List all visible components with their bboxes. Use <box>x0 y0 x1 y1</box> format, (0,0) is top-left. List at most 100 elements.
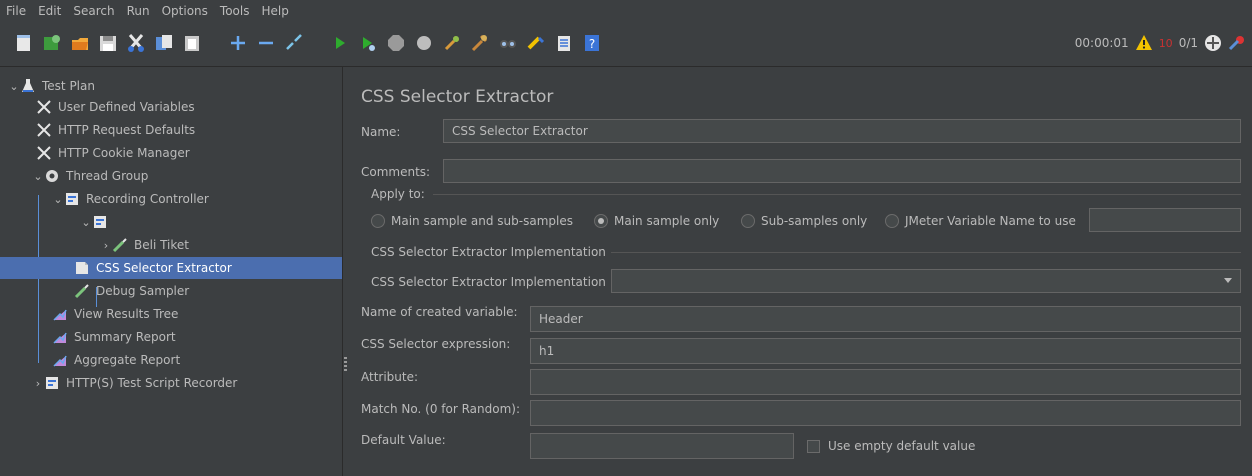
tree-node-label: HTTP Request Defaults <box>58 123 196 137</box>
tree-node-css-selector-extractor[interactable]: CSS Selector Extractor <box>0 257 342 279</box>
tree-node-http-cookie-manager[interactable]: HTTP Cookie Manager <box>36 142 190 164</box>
chevron-down-icon[interactable] <box>1224 278 1232 283</box>
pipette-icon <box>112 237 128 253</box>
tree-guide <box>38 195 39 363</box>
wrench-icon <box>36 122 52 138</box>
elapsed-timer: 00:00:01 <box>1074 36 1129 50</box>
radio-button[interactable] <box>885 214 899 228</box>
menu-options[interactable]: Options <box>156 4 214 18</box>
templates-icon[interactable] <box>42 33 62 53</box>
menu-file[interactable]: File <box>0 4 32 18</box>
radio-button[interactable] <box>741 214 755 228</box>
attribute-field[interactable] <box>530 369 1241 395</box>
wrench-icon <box>36 99 52 115</box>
clear-all-icon[interactable] <box>470 33 490 53</box>
toggle-icon[interactable] <box>284 33 304 53</box>
chevron-down-icon[interactable]: ⌄ <box>32 170 44 183</box>
expand-icon[interactable] <box>228 33 248 53</box>
tree-node-http-request-defaults[interactable]: HTTP Request Defaults <box>36 119 195 141</box>
chevron-down-icon[interactable]: ⌄ <box>52 193 64 206</box>
radio-main-and-sub[interactable]: Main sample and sub-samples <box>371 214 573 228</box>
chevron-right-icon[interactable]: › <box>32 377 44 390</box>
tree-node-https-test-script-recorder[interactable]: › HTTP(S) Test Script Recorder <box>32 372 238 394</box>
checkbox-label: Use empty default value <box>828 439 976 453</box>
chevron-right-icon[interactable]: › <box>100 239 112 252</box>
chart-icon <box>52 306 68 322</box>
menu-bar: File Edit Search Run Options Tools Help <box>0 0 1252 22</box>
chart-icon <box>52 329 68 345</box>
tree-node-test-plan[interactable]: ⌄ Test Plan <box>8 75 95 97</box>
search-icon[interactable] <box>498 33 518 53</box>
pipette-icon <box>74 283 90 299</box>
tree-node-thread-group[interactable]: ⌄ Thread Group <box>32 165 148 187</box>
tree-node-user-defined-variables[interactable]: User Defined Variables <box>36 96 195 118</box>
tree-node-view-results-tree[interactable]: View Results Tree <box>52 303 178 325</box>
cut-icon[interactable] <box>126 33 146 53</box>
radio-label: Main sample and sub-samples <box>391 214 573 228</box>
chevron-down-icon[interactable]: ⌄ <box>80 216 92 229</box>
menu-help[interactable]: Help <box>255 4 294 18</box>
tree-node-debug-sampler[interactable]: Debug Sampler <box>74 280 189 302</box>
controller-icon <box>64 191 80 207</box>
tree-node-label: Debug Sampler <box>96 284 190 298</box>
css-expression-field[interactable] <box>530 338 1241 364</box>
tree-node-aggregate-report[interactable]: Aggregate Report <box>52 349 180 371</box>
name-field[interactable] <box>443 119 1241 143</box>
comments-field[interactable] <box>443 159 1241 183</box>
copy-icon[interactable] <box>154 33 174 53</box>
log-viewer-icon[interactable] <box>1228 34 1246 52</box>
clear-icon[interactable] <box>442 33 462 53</box>
menu-edit[interactable]: Edit <box>32 4 67 18</box>
function-helper-icon[interactable] <box>554 33 574 53</box>
start-no-pauses-icon[interactable] <box>358 33 378 53</box>
apply-to-label: Apply to: <box>371 187 425 201</box>
reset-search-icon[interactable] <box>526 33 546 53</box>
radio-label: Main sample only <box>614 214 720 228</box>
chart-icon <box>52 352 68 368</box>
svg-text:?: ? <box>589 37 595 51</box>
implementation-select[interactable] <box>611 269 1241 293</box>
menu-search[interactable]: Search <box>67 4 120 18</box>
tree-node-recording-controller[interactable]: ⌄ Recording Controller <box>52 188 208 210</box>
extractor-icon <box>74 260 90 276</box>
toolbar: ? 00:00:01 10 0/1 <box>0 22 1252 67</box>
warning-icon[interactable] <box>1135 34 1153 52</box>
default-value-field[interactable] <box>530 433 794 459</box>
test-plan-tree: ⌄ Test Plan User Defined Variables HTTP … <box>0 67 343 476</box>
stop-icon[interactable] <box>386 33 406 53</box>
jmeter-variable-input[interactable] <box>1089 208 1241 232</box>
tree-node-summary-report[interactable]: Summary Report <box>52 326 176 348</box>
group-divider <box>611 252 1241 253</box>
tree-node-label: Thread Group <box>66 169 149 183</box>
radio-sub-only[interactable]: Sub-samples only <box>741 214 867 228</box>
status-area: 00:00:01 10 0/1 <box>1075 34 1246 52</box>
tree-node-label: User Defined Variables <box>58 100 195 114</box>
page-title: CSS Selector Extractor <box>361 87 554 107</box>
paste-icon[interactable] <box>182 33 202 53</box>
tree-node-unnamed-controller[interactable]: ⌄ <box>80 211 114 233</box>
match-number-field[interactable] <box>530 400 1241 426</box>
help-icon[interactable]: ? <box>582 33 602 53</box>
variable-name-field[interactable] <box>530 306 1241 332</box>
new-template-icon[interactable] <box>14 33 34 53</box>
use-empty-default-checkbox[interactable]: Use empty default value <box>807 439 975 453</box>
radio-main-only[interactable]: Main sample only <box>594 214 719 228</box>
shutdown-icon[interactable] <box>414 33 434 53</box>
tree-node-label: Summary Report <box>74 330 176 344</box>
tree-node-beli-tiket[interactable]: › Beli Tiket <box>100 234 189 256</box>
checkbox[interactable] <box>807 439 820 453</box>
collapse-icon[interactable] <box>256 33 276 53</box>
menu-run[interactable]: Run <box>121 4 156 18</box>
splitter-grip[interactable] <box>344 357 347 371</box>
remote-icon[interactable] <box>1204 34 1222 52</box>
menu-tools[interactable]: Tools <box>214 4 256 18</box>
radio-button[interactable] <box>594 214 608 228</box>
save-icon[interactable] <box>98 33 118 53</box>
open-icon[interactable] <box>70 33 90 53</box>
radio-button[interactable] <box>371 214 385 228</box>
css-expression-label: CSS Selector expression: <box>361 337 511 351</box>
radio-jmeter-variable[interactable]: JMeter Variable Name to use <box>885 214 1076 228</box>
start-icon[interactable] <box>330 33 350 53</box>
gear-icon <box>44 168 60 184</box>
chevron-down-icon[interactable]: ⌄ <box>8 80 20 93</box>
